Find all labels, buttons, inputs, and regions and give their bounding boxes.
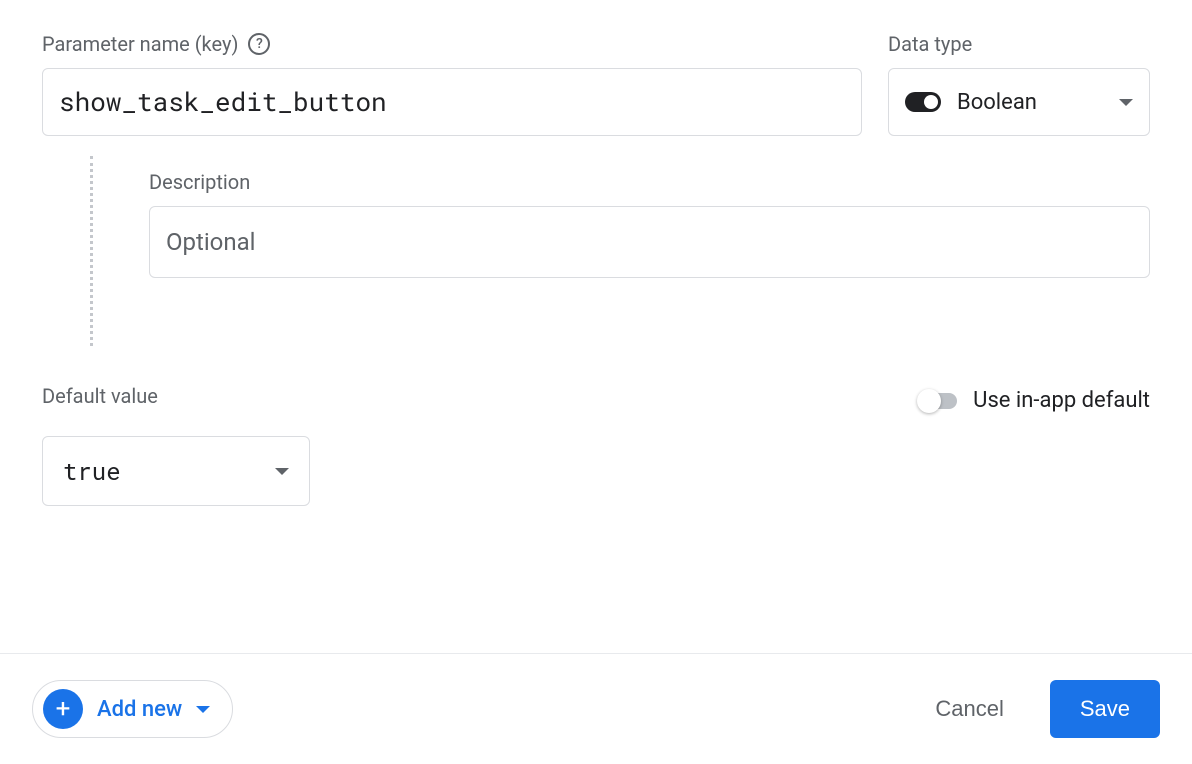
boolean-icon <box>905 92 941 112</box>
chevron-down-icon <box>1119 99 1133 106</box>
default-value-label: Default value <box>42 384 310 408</box>
description-label: Description <box>149 170 1150 194</box>
toggle-thumb <box>917 389 941 413</box>
plus-icon: + <box>43 689 83 729</box>
data-type-selected-value: Boolean <box>957 90 1037 115</box>
default-value-select[interactable]: true <box>42 436 310 506</box>
data-type-select[interactable]: Boolean <box>888 68 1150 136</box>
default-value-selected: true <box>63 455 121 487</box>
add-new-label: Add new <box>97 697 182 722</box>
data-type-label: Data type <box>888 32 1150 56</box>
chevron-down-icon <box>275 468 289 475</box>
parameter-name-label: Parameter name (key) ? <box>42 32 862 56</box>
add-new-button[interactable]: + Add new <box>32 680 233 738</box>
cancel-button[interactable]: Cancel <box>917 684 1021 734</box>
help-icon[interactable]: ? <box>248 33 270 55</box>
tree-connector <box>90 156 93 346</box>
description-input[interactable] <box>149 206 1150 278</box>
save-button[interactable]: Save <box>1050 680 1160 738</box>
parameter-name-input[interactable] <box>42 68 862 136</box>
in-app-default-label: Use in-app default <box>973 388 1150 413</box>
parameter-name-label-text: Parameter name (key) <box>42 32 238 56</box>
in-app-default-toggle[interactable] <box>919 393 957 409</box>
chevron-down-icon <box>196 706 210 713</box>
footer-bar: + Add new Cancel Save <box>0 653 1192 764</box>
